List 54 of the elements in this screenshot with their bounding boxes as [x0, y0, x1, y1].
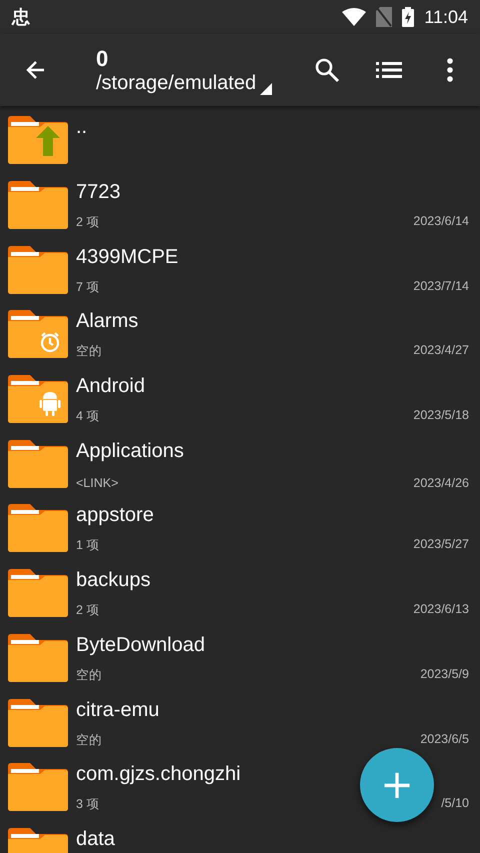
- item-count: 空的: [76, 666, 102, 684]
- folder-icon: [8, 698, 68, 747]
- file-name: citra-emu: [76, 698, 160, 721]
- file-name: data: [76, 828, 115, 850]
- list-view-icon[interactable]: [376, 61, 402, 79]
- item-count: 1 项: [76, 537, 100, 554]
- item-count: 2 项: [76, 214, 100, 232]
- folder-icon: [8, 634, 68, 682]
- item-count: 空的: [76, 732, 102, 749]
- file-name: Applications: [76, 440, 184, 462]
- app-notification-glyph: 忠: [12, 6, 30, 29]
- file-name: Android: [76, 375, 145, 398]
- folder-icon: [8, 504, 68, 552]
- item-count: 2 项: [76, 602, 100, 620]
- modified-date: /5/10: [441, 796, 469, 812]
- modified-date: 2023/5/27: [413, 537, 469, 554]
- file-name: 4399MCPE: [76, 246, 178, 268]
- path-dropdown[interactable]: /storage/emulated: [96, 72, 256, 94]
- folder-icon: [8, 246, 68, 294]
- search-icon[interactable]: [314, 57, 340, 83]
- no-sim-icon: [376, 7, 392, 27]
- dropdown-corner-icon[interactable]: [260, 82, 272, 94]
- folder-title: 0: [96, 46, 110, 72]
- file-name: Alarms: [76, 310, 138, 332]
- folder-icon: [8, 116, 68, 164]
- file-name: com.gjzs.chongzhi: [76, 763, 241, 786]
- battery-charging-icon: [402, 7, 414, 27]
- file-name: ..: [76, 116, 88, 138]
- modified-date: 2023/6/13: [413, 602, 469, 618]
- file-name: backups: [76, 569, 150, 592]
- modified-date: 2023/4/26: [413, 476, 469, 490]
- folder-icon: [8, 763, 68, 812]
- modified-date: 2023/5/9: [420, 666, 469, 683]
- folder-icon: [8, 569, 68, 618]
- wifi-icon: [342, 8, 366, 26]
- folder-icon: [8, 310, 68, 358]
- item-count: <LINK>: [76, 476, 118, 490]
- folder-icon: [8, 181, 68, 230]
- file-name: appstore: [76, 504, 154, 526]
- modified-date: 2023/6/5: [420, 732, 469, 748]
- more-menu-icon[interactable]: [446, 58, 454, 82]
- clock-time: 11:04: [424, 6, 468, 28]
- item-count: 3 项: [76, 796, 100, 814]
- modified-date: 2023/7/14: [413, 278, 469, 295]
- folder-icon: [8, 375, 68, 424]
- modified-date: 2023/4/27: [413, 343, 469, 360]
- modified-date: 2023/6/14: [413, 214, 469, 230]
- item-count: 空的: [76, 343, 102, 360]
- folder-icon: [8, 440, 68, 488]
- modified-date: 2023/5/18: [413, 408, 469, 424]
- file-name: ByteDownload: [76, 634, 205, 656]
- item-count: 4 项: [76, 408, 100, 426]
- file-name: 7723: [76, 181, 120, 204]
- item-count: 7 项: [76, 278, 100, 296]
